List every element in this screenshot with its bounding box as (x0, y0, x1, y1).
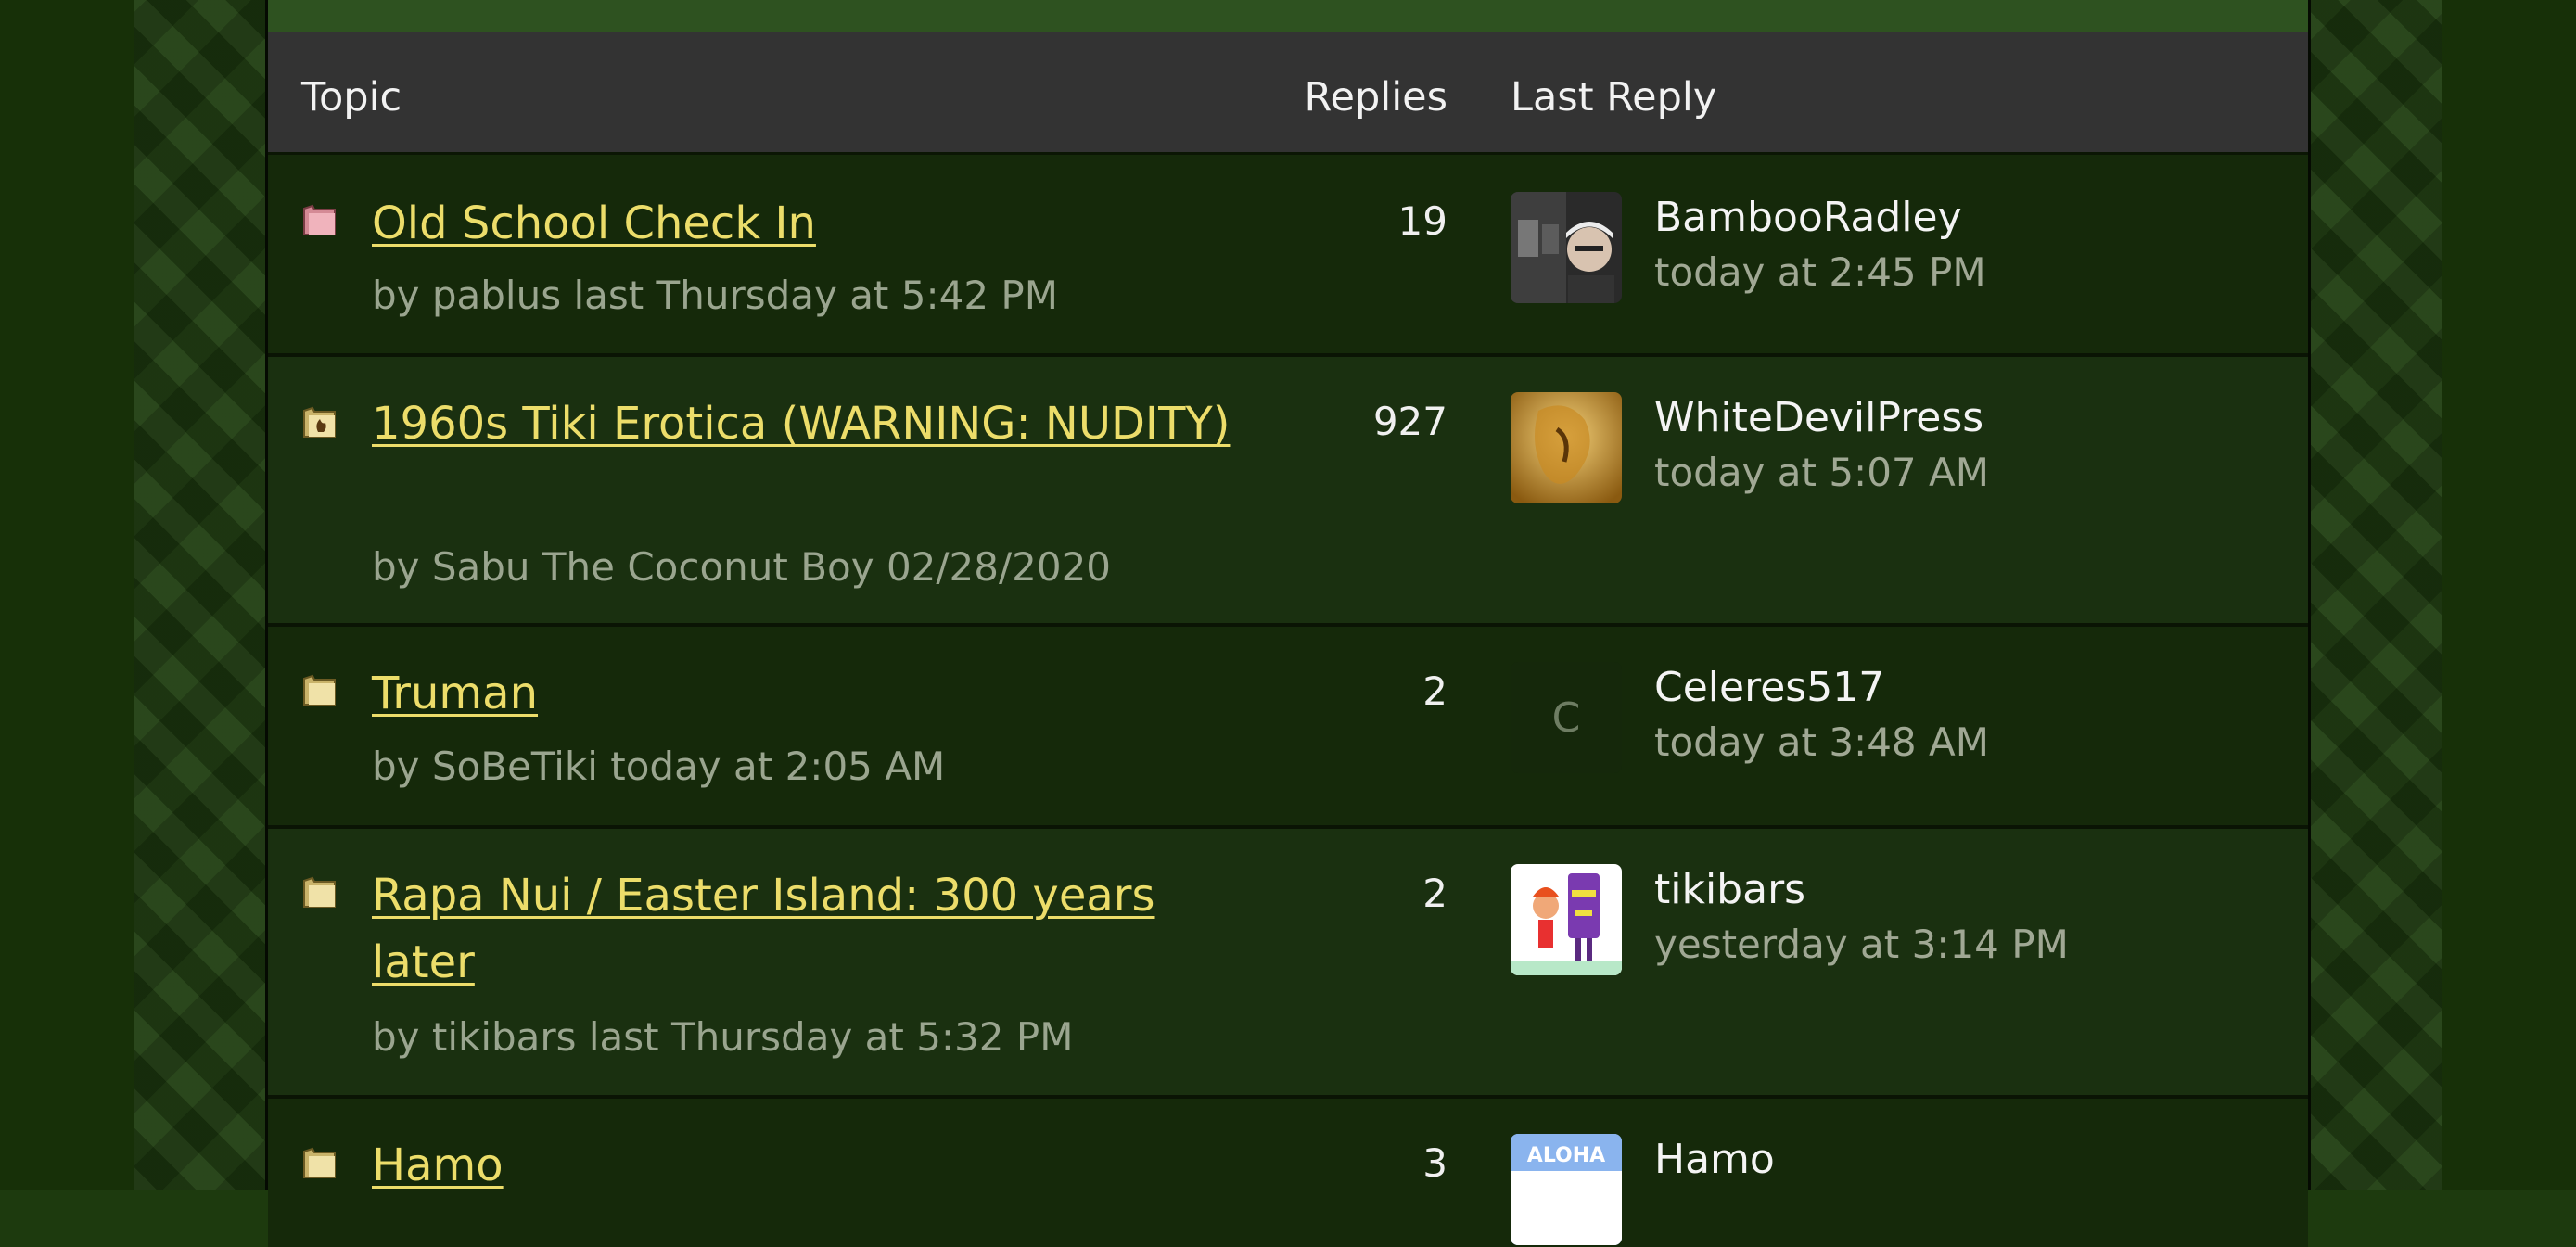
folder-icon (303, 674, 336, 706)
last-reply-user[interactable]: BambooRadley (1654, 194, 1962, 241)
topic-list: Topic Replies Last Reply Old School Chec… (265, 0, 2311, 1247)
last-reply-time: yesterday at 3:14 PM (1654, 922, 2069, 967)
last-reply-time: today at 3:48 AM (1654, 719, 1989, 765)
column-header-replies: Replies (1304, 74, 1447, 121)
topic-title-link[interactable]: Hamo (372, 1132, 1262, 1199)
avatar[interactable]: C (1511, 662, 1622, 773)
avatar[interactable]: ALOHA (1511, 1134, 1622, 1245)
topic-row: Rapa Nui / Easter Island: 300 years late… (268, 829, 2308, 1099)
forum-top-strip (268, 0, 2308, 34)
reply-count: 19 (1397, 198, 1447, 244)
last-reply-time: today at 2:45 PM (1654, 249, 1986, 295)
topic-title-link[interactable]: 1960s Tiki Erotica (WARNING: NUDITY) (372, 390, 1262, 457)
reply-count: 3 (1422, 1140, 1447, 1186)
column-header-topic: Topic (301, 74, 402, 121)
folder-pink-icon (303, 204, 336, 235)
topic-byline: by pablus last Thursday at 5:42 PM (372, 273, 1058, 318)
topic-byline: by Sabu The Coconut Boy 02/28/2020 (372, 544, 1112, 590)
last-reply-user[interactable]: tikibars (1654, 866, 1805, 913)
background-left-edge (0, 0, 134, 1190)
avatar[interactable] (1511, 192, 1622, 303)
reply-count: 2 (1422, 871, 1447, 916)
folder-icon (303, 1147, 336, 1178)
topic-title-link[interactable]: Old School Check In (372, 190, 1262, 257)
topic-row: Old School Check In by pablus last Thurs… (268, 155, 2308, 357)
topic-title-link[interactable]: Rapa Nui / Easter Island: 300 years late… (372, 862, 1262, 996)
last-reply-user[interactable]: WhiteDevilPress (1654, 394, 1983, 441)
topic-row: Hamo 3 ALOHA Hamo (268, 1099, 2308, 1247)
topic-byline: by SoBeTiki today at 2:05 AM (372, 744, 946, 789)
avatar[interactable] (1511, 392, 1622, 503)
topic-byline: by tikibars last Thursday at 5:32 PM (372, 1014, 1074, 1060)
last-reply-user[interactable]: Celeres517 (1654, 664, 1884, 711)
topic-row: Truman by SoBeTiki today at 2:05 AM 2 C … (268, 627, 2308, 829)
last-reply-time: today at 5:07 AM (1654, 450, 1989, 495)
last-reply-user[interactable]: Hamo (1654, 1136, 1775, 1183)
folder-hot-icon (303, 406, 336, 438)
topic-table-header: Topic Replies Last Reply (268, 32, 2308, 155)
avatar[interactable] (1511, 864, 1622, 975)
avatar-logo-text: ALOHA (1527, 1144, 1605, 1167)
topic-row: 1960s Tiki Erotica (WARNING: NUDITY) by … (268, 357, 2308, 627)
topic-title-link[interactable]: Truman (372, 660, 1262, 727)
reply-count: 927 (1372, 399, 1447, 444)
folder-icon (303, 876, 336, 908)
background-right-edge (2442, 0, 2576, 1190)
reply-count: 2 (1422, 668, 1447, 714)
column-header-last-reply: Last Reply (1511, 74, 1717, 121)
